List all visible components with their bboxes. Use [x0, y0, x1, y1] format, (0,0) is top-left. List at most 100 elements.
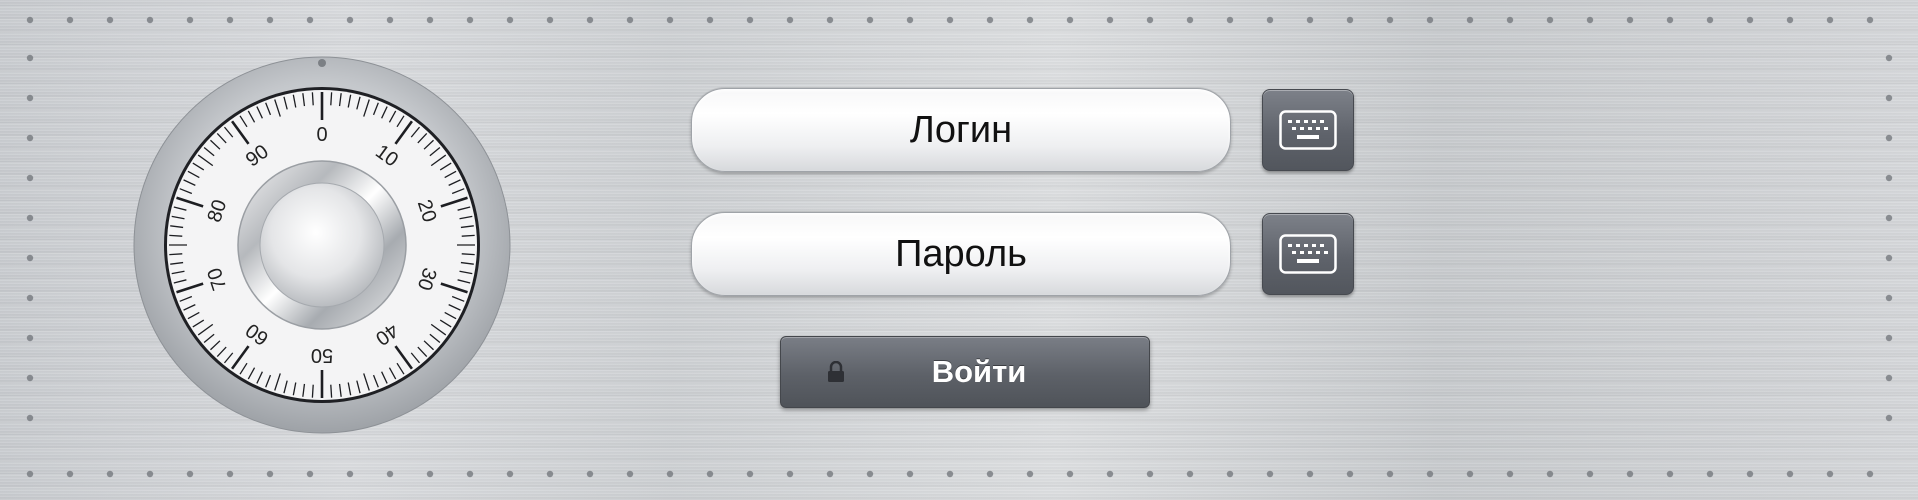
rivet	[1026, 16, 1034, 24]
rivet	[1346, 470, 1354, 478]
rivet	[1746, 470, 1754, 478]
rivet	[826, 470, 834, 478]
rivet	[1786, 470, 1794, 478]
rivet	[946, 16, 954, 24]
rivet	[266, 470, 274, 478]
rivet	[146, 470, 154, 478]
rivet	[26, 294, 34, 302]
rivet	[1885, 334, 1893, 342]
dial-tick	[461, 234, 475, 237]
rivet	[1546, 16, 1554, 24]
rivet	[386, 16, 394, 24]
rivet	[786, 470, 794, 478]
rivet	[466, 16, 474, 24]
combination-dial: 0102030405060708090	[133, 56, 511, 434]
rivet	[1866, 470, 1874, 478]
dial-tick	[169, 253, 183, 256]
rivet	[426, 470, 434, 478]
rivet	[1885, 214, 1893, 222]
rivet	[1866, 16, 1874, 24]
rivet	[1666, 470, 1674, 478]
rivet	[1106, 16, 1114, 24]
rivet	[866, 16, 874, 24]
rivet	[1626, 470, 1634, 478]
rivet	[746, 16, 754, 24]
rivet	[746, 470, 754, 478]
dial-tick	[311, 384, 314, 398]
rivet	[1226, 470, 1234, 478]
rivet	[1746, 16, 1754, 24]
rivet	[1586, 470, 1594, 478]
rivet	[1026, 470, 1034, 478]
rivet	[1666, 16, 1674, 24]
rivet	[346, 16, 354, 24]
dial-number: 50	[311, 344, 333, 366]
password-keyboard-button[interactable]	[1262, 213, 1354, 295]
rivet	[306, 16, 314, 24]
rivet	[1706, 470, 1714, 478]
rivet	[1226, 16, 1234, 24]
rivet	[546, 16, 554, 24]
login-button[interactable]: Войти	[780, 336, 1150, 408]
rivet	[1506, 16, 1514, 24]
rivet	[986, 470, 994, 478]
login-keyboard-button[interactable]	[1262, 89, 1354, 171]
rivet	[106, 470, 114, 478]
dial-tick	[330, 384, 333, 398]
rivet	[1885, 94, 1893, 102]
dial-tick	[330, 92, 333, 106]
dial-tick	[169, 234, 183, 237]
rivet	[826, 16, 834, 24]
rivet	[186, 470, 194, 478]
rivet	[906, 470, 914, 478]
keyboard-icon	[1279, 110, 1337, 150]
rivet	[1885, 174, 1893, 182]
rivet	[866, 470, 874, 478]
rivet	[26, 134, 34, 142]
rivet	[1426, 470, 1434, 478]
rivet	[1386, 16, 1394, 24]
rivet	[1885, 294, 1893, 302]
login-field[interactable]: Логин	[691, 88, 1231, 172]
rivet	[1066, 470, 1074, 478]
rivet	[1546, 470, 1554, 478]
password-field[interactable]: Пароль	[691, 212, 1231, 296]
rivet	[26, 54, 34, 62]
rivet	[1586, 16, 1594, 24]
rivet	[226, 470, 234, 478]
rivet	[1885, 254, 1893, 262]
rivet	[386, 470, 394, 478]
rivet	[1306, 470, 1314, 478]
rivet	[146, 16, 154, 24]
rivet	[26, 214, 34, 222]
rivet	[1885, 414, 1893, 422]
rivet	[1826, 16, 1834, 24]
rivet	[506, 16, 514, 24]
password-placeholder: Пароль	[895, 232, 1027, 275]
rivet	[906, 16, 914, 24]
rivet	[1426, 16, 1434, 24]
rivet	[666, 470, 674, 478]
rivet	[1346, 16, 1354, 24]
dial-tick	[311, 92, 314, 106]
rivet	[1186, 470, 1194, 478]
rivet	[26, 470, 34, 478]
rivet	[546, 470, 554, 478]
rivet	[26, 174, 34, 182]
rivet	[706, 16, 714, 24]
rivet	[1466, 16, 1474, 24]
rivet	[26, 334, 34, 342]
rivet	[1146, 470, 1154, 478]
login-button-label: Войти	[931, 354, 1027, 389]
rivet	[226, 16, 234, 24]
rivet	[506, 470, 514, 478]
rivet	[26, 16, 34, 24]
rivet	[1266, 470, 1274, 478]
dial-tick	[461, 253, 475, 256]
dial-indicator	[318, 59, 326, 67]
rivet	[946, 470, 954, 478]
rivet	[186, 16, 194, 24]
rivet	[1786, 16, 1794, 24]
rivet	[1386, 470, 1394, 478]
rivet	[1885, 54, 1893, 62]
